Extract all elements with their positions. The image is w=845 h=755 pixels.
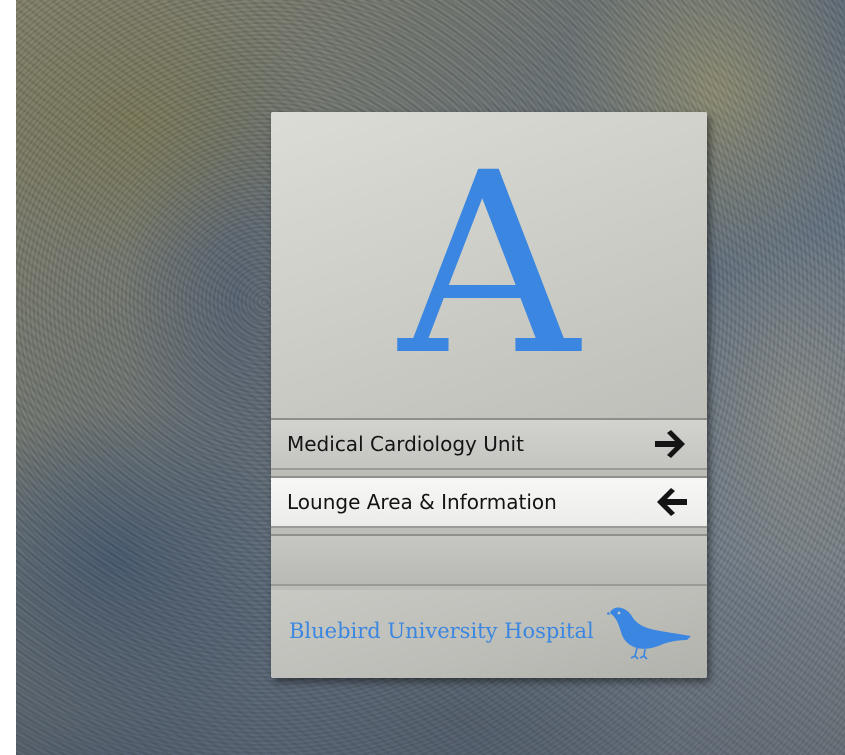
wayfinding-sign: A Medical Cardiology Unit Lounge Area & … [271,112,707,678]
direction-label: Lounge Area & Information [287,490,557,514]
hospital-name: Bluebird University Hospital [289,619,594,643]
direction-label: Medical Cardiology Unit [287,432,524,456]
sign-footer-panel: Bluebird University Hospital [271,590,707,678]
left-arrow-icon [657,488,687,516]
direction-strip-cardiology: Medical Cardiology Unit [271,418,707,470]
bluebird-icon [607,607,691,660]
right-arrow-icon [655,430,685,458]
sign-header-panel: A [271,112,707,418]
direction-strip-blank [271,534,707,586]
direction-strip-lounge: Lounge Area & Information [271,476,707,528]
photo: A Medical Cardiology Unit Lounge Area & … [0,0,845,755]
building-letter: A [398,119,580,410]
